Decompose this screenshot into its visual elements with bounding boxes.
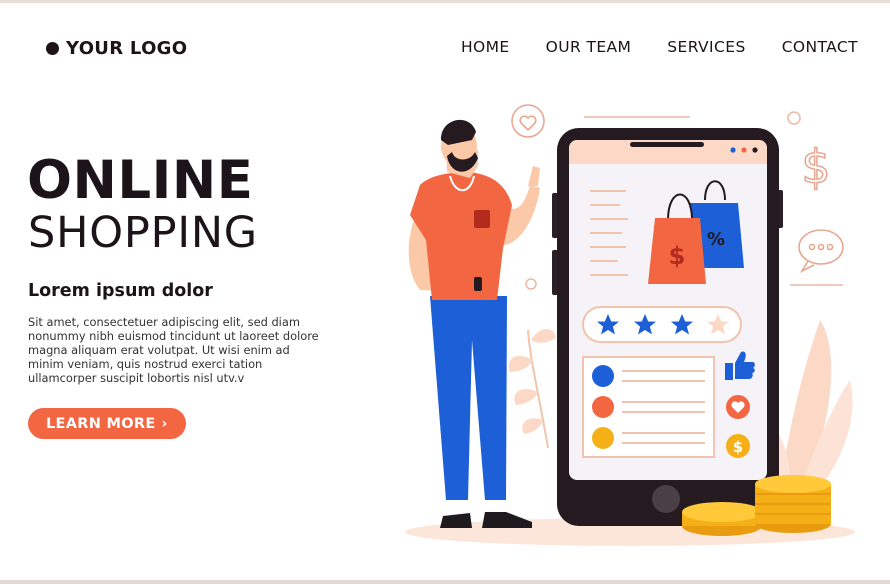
- heart-icon: [726, 395, 750, 419]
- dollar-coin-icon: $: [726, 434, 750, 458]
- svg-text:%: %: [707, 229, 725, 250]
- list-card: [582, 356, 715, 458]
- dollar-outline-icon: $: [801, 140, 830, 194]
- bottom-border: [0, 580, 890, 584]
- man-character: [408, 119, 540, 528]
- svg-text:$: $: [733, 438, 743, 456]
- plant-left: [508, 328, 556, 449]
- heart-bubble-icon: [511, 104, 545, 138]
- shopping-illustration: $ % $ $: [405, 104, 855, 546]
- svg-text:$: $: [669, 242, 686, 270]
- chat-bubble-icon: [798, 229, 844, 273]
- rating-stars: [582, 306, 742, 343]
